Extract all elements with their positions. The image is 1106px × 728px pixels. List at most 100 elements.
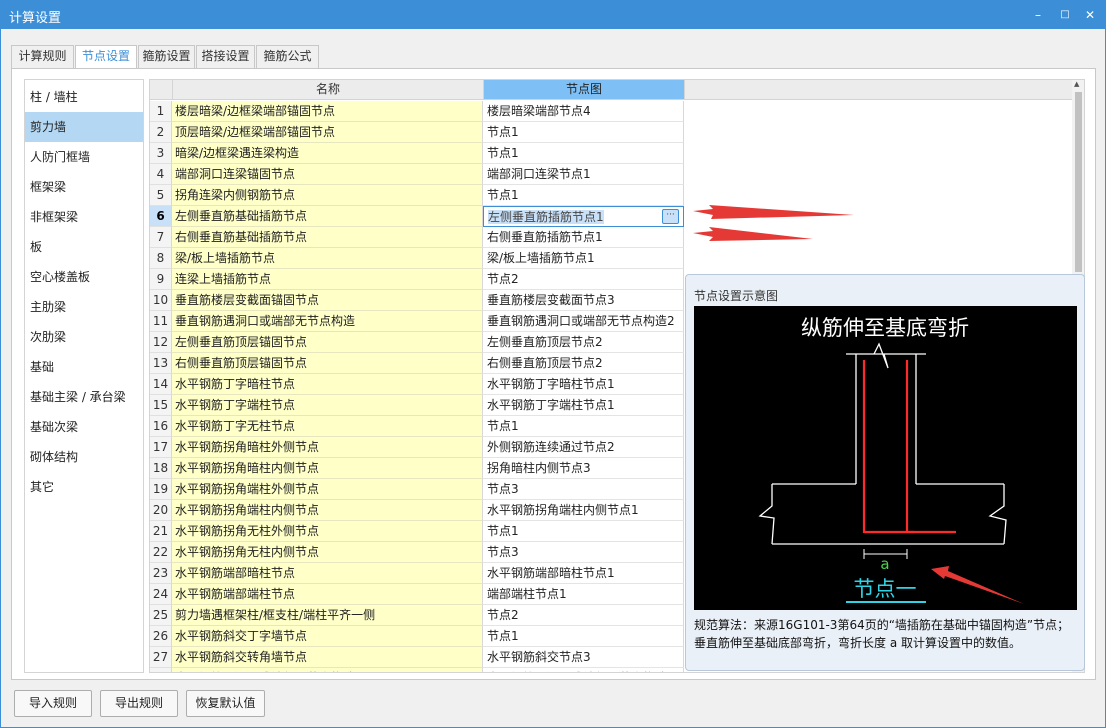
table-row[interactable]: 5 拐角连梁内侧钢筋节点 节点1 (150, 185, 684, 206)
table-row[interactable]: 14 水平钢筋丁字暗柱节点 水平钢筋丁字暗柱节点1 (150, 374, 684, 395)
table-row[interactable]: 21 水平钢筋拐角无柱外侧节点 节点1 (150, 521, 684, 542)
table-row[interactable]: 19 水平钢筋拐角端柱外侧节点 节点3 (150, 479, 684, 500)
node-diagram-cell[interactable]: 节点2 (483, 605, 684, 626)
table-row[interactable]: 11 垂直钢筋遇洞口或端部无节点构造 垂直钢筋遇洞口或端部无节点构造2 (150, 311, 684, 332)
row-number: 27 (150, 647, 172, 668)
table-row[interactable]: 8 梁/板上墙插筋节点 梁/板上墙插筋节点1 (150, 248, 684, 269)
table-row[interactable]: 10 垂直筋楼层变截面锚固节点 垂直筋楼层变截面节点3 (150, 290, 684, 311)
row-number: 17 (150, 437, 172, 458)
node-diagram-cell[interactable]: 节点1 (483, 143, 684, 164)
node-diagram-cell[interactable]: 水平钢筋遇洞口或端部无节点构造3 (483, 668, 684, 672)
table-row[interactable]: 16 水平钢筋丁字无柱节点 节点1 (150, 416, 684, 437)
node-diagram-cell[interactable]: 节点3 (483, 479, 684, 500)
table-row[interactable]: 7 右侧垂直筋基础插筋节点 右侧垂直筋插筋节点1 (150, 227, 684, 248)
node-diagram-value[interactable]: 左侧垂直筋插筋节点1 (488, 210, 604, 224)
tab-lap-settings[interactable]: 搭接设置 (196, 45, 255, 68)
node-diagram-cell[interactable]: 水平钢筋丁字暗柱节点1 (483, 374, 684, 395)
node-name-cell: 水平钢筋拐角端柱外侧节点 (172, 479, 483, 500)
component-type-item[interactable]: 人防门框墙 (25, 142, 143, 172)
table-row[interactable]: 2 顶层暗梁/边框梁端部锚固节点 节点1 (150, 122, 684, 143)
table-row[interactable]: 27 水平钢筋斜交转角墙节点 水平钢筋斜交节点3 (150, 647, 684, 668)
node-diagram-cell[interactable]: 节点3 (483, 542, 684, 563)
tab-calc-rules[interactable]: 计算规则 (11, 45, 74, 68)
row-number: 1 (150, 101, 172, 122)
table-row[interactable]: 22 水平钢筋拐角无柱内侧节点 节点3 (150, 542, 684, 563)
table-row[interactable]: 15 水平钢筋丁字端柱节点 水平钢筋丁字端柱节点1 (150, 395, 684, 416)
component-type-item[interactable]: 空心楼盖板 (25, 262, 143, 292)
row-number: 28 (150, 668, 172, 672)
table-row[interactable]: 17 水平钢筋拐角暗柱外侧节点 外侧钢筋连续通过节点2 (150, 437, 684, 458)
component-type-item[interactable]: 其它 (25, 472, 143, 502)
component-type-item[interactable]: 基础次梁 (25, 412, 143, 442)
tab-stirrup-formula[interactable]: 箍筋公式 (256, 45, 319, 68)
table-row[interactable]: 12 左侧垂直筋顶层锚固节点 左侧垂直筋顶层节点2 (150, 332, 684, 353)
node-diagram-cell[interactable]: 节点1 (483, 416, 684, 437)
component-type-item[interactable]: 砌体结构 (25, 442, 143, 472)
table-row[interactable]: 23 水平钢筋端部暗柱节点 水平钢筋端部暗柱节点1 (150, 563, 684, 584)
tab-node-settings[interactable]: 节点设置 (75, 45, 137, 69)
component-type-item[interactable]: 主肋梁 (25, 292, 143, 322)
node-diagram-cell[interactable]: 水平钢筋斜交节点3 (483, 647, 684, 668)
node-diagram-cell[interactable]: 水平钢筋丁字端柱节点1 (483, 395, 684, 416)
node-diagram-cell[interactable]: 水平钢筋端部暗柱节点1 (483, 563, 684, 584)
table-row[interactable]: 6 左侧垂直筋基础插筋节点 左侧垂直筋插筋节点1 ··· (150, 206, 684, 227)
export-rules-button[interactable]: 导出规则 (100, 690, 178, 717)
node-diagram-cell[interactable]: 楼层暗梁端部节点4 (483, 101, 684, 122)
row-number: 26 (150, 626, 172, 647)
close-button[interactable]: ✕ (1080, 5, 1100, 25)
table-row[interactable]: 3 暗梁/边框梁遇连梁构造 节点1 (150, 143, 684, 164)
node-diagram-cell[interactable]: 右侧垂直筋顶层节点2 (483, 353, 684, 374)
import-rules-button[interactable]: 导入规则 (14, 690, 92, 717)
node-name-cell: 垂直钢筋遇洞口或端部无节点构造 (172, 311, 483, 332)
table-row[interactable]: 26 水平钢筋斜交丁字墙节点 节点1 (150, 626, 684, 647)
table-row[interactable]: 25 剪力墙遇框架柱/框支柱/端柱平齐一侧 节点2 (150, 605, 684, 626)
component-type-item[interactable]: 次肋梁 (25, 322, 143, 352)
component-type-item[interactable]: 柱 / 墙柱 (25, 82, 143, 112)
ellipsis-button[interactable]: ··· (662, 209, 679, 224)
component-type-item[interactable]: 板 (25, 232, 143, 262)
node-diagram-cell[interactable]: 垂直钢筋遇洞口或端部无节点构造2 (483, 311, 684, 332)
node-diagram-cell[interactable]: 垂直筋楼层变截面节点3 (483, 290, 684, 311)
node-name-cell: 右侧垂直筋顶层锚固节点 (172, 353, 483, 374)
component-type-list: 柱 / 墙柱 剪力墙 人防门框墙 框架梁 非框架梁板空心楼盖板 主肋梁 次肋梁 基础 基础主梁 … (24, 79, 144, 673)
table-row[interactable]: 20 水平钢筋拐角端柱内侧节点 水平钢筋拐角端柱内侧节点1 (150, 500, 684, 521)
node-diagram-cell[interactable]: 左侧垂直筋顶层节点2 (483, 332, 684, 353)
node-diagram-cell[interactable]: 拐角暗柱内侧节点3 (483, 458, 684, 479)
tab-stirrup-settings[interactable]: 箍筋设置 (138, 45, 195, 68)
table-row[interactable]: 18 水平钢筋拐角暗柱内侧节点 拐角暗柱内侧节点3 (150, 458, 684, 479)
component-type-item[interactable]: 基础主梁 / 承台梁 (25, 382, 143, 412)
table-row[interactable]: 24 水平钢筋端部端柱节点 端部端柱节点1 (150, 584, 684, 605)
node-diagram-cell[interactable]: 端部洞口连梁节点1 (483, 164, 684, 185)
table-row[interactable]: 4 端部洞口连梁锚固节点 端部洞口连梁节点1 (150, 164, 684, 185)
row-number: 15 (150, 395, 172, 416)
node-diagram-cell[interactable]: 端部端柱节点1 (483, 584, 684, 605)
scrollbar-thumb[interactable] (1075, 92, 1082, 272)
node-diagram-cell[interactable]: 左侧垂直筋插筋节点1 ··· (483, 206, 684, 227)
minimize-button[interactable]: – (1028, 5, 1048, 25)
node-name-cell: 垂直筋楼层变截面锚固节点 (172, 290, 483, 311)
node-diagram-cell[interactable]: 外侧钢筋连续通过节点2 (483, 437, 684, 458)
component-type-item[interactable]: 基础 (25, 352, 143, 382)
table-row[interactable]: 9 连梁上墙插筋节点 节点2 (150, 269, 684, 290)
table-row[interactable]: 28水平钢筋遇洞口或端部无节点构造水平钢筋遇洞口或端部无节点构造3 (150, 668, 684, 672)
row-number: 16 (150, 416, 172, 437)
scroll-up-icon[interactable]: ▲ (1074, 80, 1079, 88)
node-diagram-cell[interactable]: 节点1 (483, 626, 684, 647)
node-name-cell: 楼层暗梁/边框梁端部锚固节点 (172, 101, 483, 122)
table-row[interactable]: 1 楼层暗梁/边框梁端部锚固节点 楼层暗梁端部节点4 (150, 101, 684, 122)
component-type-item[interactable]: 非框架梁 (25, 202, 143, 232)
node-diagram-cell[interactable]: 水平钢筋拐角端柱内侧节点1 (483, 500, 684, 521)
restore-defaults-button[interactable]: 恢复默认值 (186, 690, 265, 717)
table-row[interactable]: 13 右侧垂直筋顶层锚固节点 右侧垂直筋顶层节点2 (150, 353, 684, 374)
maximize-button[interactable]: □ (1055, 5, 1075, 25)
node-column-header[interactable]: 节点图 (484, 80, 685, 100)
node-diagram-cell[interactable]: 右侧垂直筋插筋节点1 (483, 227, 684, 248)
name-column-header[interactable]: 名称 (173, 80, 484, 100)
component-type-item[interactable]: 框架梁 (25, 172, 143, 202)
node-diagram-cell[interactable]: 梁/板上墙插筋节点1 (483, 248, 684, 269)
node-diagram-cell[interactable]: 节点1 (483, 185, 684, 206)
component-type-item[interactable]: 剪力墙 (25, 112, 143, 142)
node-diagram-cell[interactable]: 节点1 (483, 521, 684, 542)
node-diagram-cell[interactable]: 节点1 (483, 122, 684, 143)
node-diagram-cell[interactable]: 节点2 (483, 269, 684, 290)
